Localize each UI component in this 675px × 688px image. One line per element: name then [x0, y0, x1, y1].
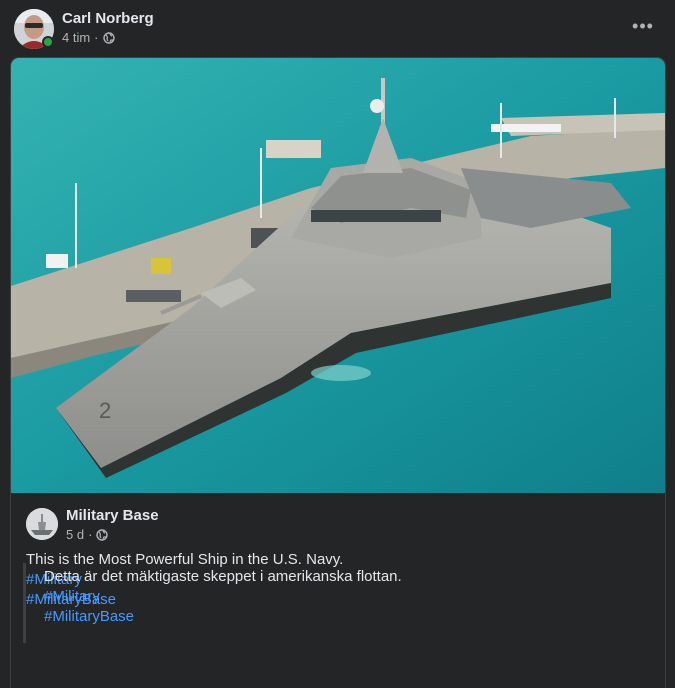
shared-post-time[interactable]: 5 d — [66, 527, 84, 542]
svg-text:2: 2 — [99, 398, 111, 423]
page-avatar[interactable] — [26, 508, 58, 540]
translated-text: Detta är det mäktigaste skeppet i amerik… — [44, 568, 402, 585]
globe-icon — [102, 31, 115, 44]
more-options-button[interactable]: ••• — [629, 14, 657, 38]
warship-photo: 2 — [11, 58, 665, 493]
shared-post-header: Military Base 5 d · — [26, 506, 426, 542]
meta-separator: · — [88, 527, 93, 542]
post-header: Carl Norberg 4 tim · ••• — [14, 8, 661, 50]
translation-quote: Detta är det mäktigaste skeppet i amerik… — [23, 563, 623, 643]
post-image[interactable]: 2 — [11, 58, 665, 493]
online-status-dot — [42, 36, 54, 48]
hashtag-link[interactable]: #MilitaryBase — [44, 607, 623, 627]
post-meta: 4 tim · — [62, 30, 115, 45]
meta-separator: · — [94, 30, 99, 45]
shared-post-meta: 5 d · — [66, 527, 109, 542]
post-time[interactable]: 4 tim — [62, 30, 90, 45]
globe-icon — [96, 528, 109, 541]
more-horizontal-icon: ••• — [632, 15, 654, 36]
page-name[interactable]: Military Base — [66, 507, 159, 524]
author-name[interactable]: Carl Norberg — [62, 10, 154, 27]
hashtag-link[interactable]: #Military — [44, 587, 623, 607]
